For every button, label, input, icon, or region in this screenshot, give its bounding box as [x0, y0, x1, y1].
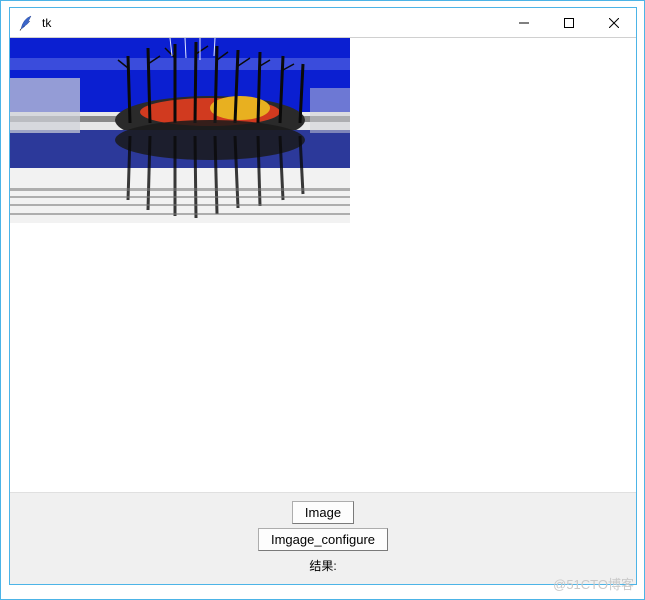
minimize-icon — [519, 18, 529, 28]
empty-space — [10, 223, 636, 492]
maximize-icon — [564, 18, 574, 28]
app-window: tk — [9, 7, 637, 585]
result-label: 结果: — [309, 557, 336, 574]
window-title: tk — [42, 16, 51, 30]
displayed-image — [10, 38, 350, 223]
close-icon — [609, 18, 619, 28]
feather-icon — [18, 15, 34, 31]
minimize-button[interactable] — [501, 8, 546, 38]
titlebar: tk — [10, 8, 636, 38]
image-configure-button[interactable]: Imgage_configure — [258, 528, 388, 551]
content-area: Image Imgage_configure 结果: — [10, 38, 636, 584]
bottom-panel: Image Imgage_configure 结果: — [10, 492, 636, 584]
close-button[interactable] — [591, 8, 636, 38]
screenshot-bounds: tk — [0, 0, 645, 600]
image-button[interactable]: Image — [292, 501, 354, 524]
maximize-button[interactable] — [546, 8, 591, 38]
